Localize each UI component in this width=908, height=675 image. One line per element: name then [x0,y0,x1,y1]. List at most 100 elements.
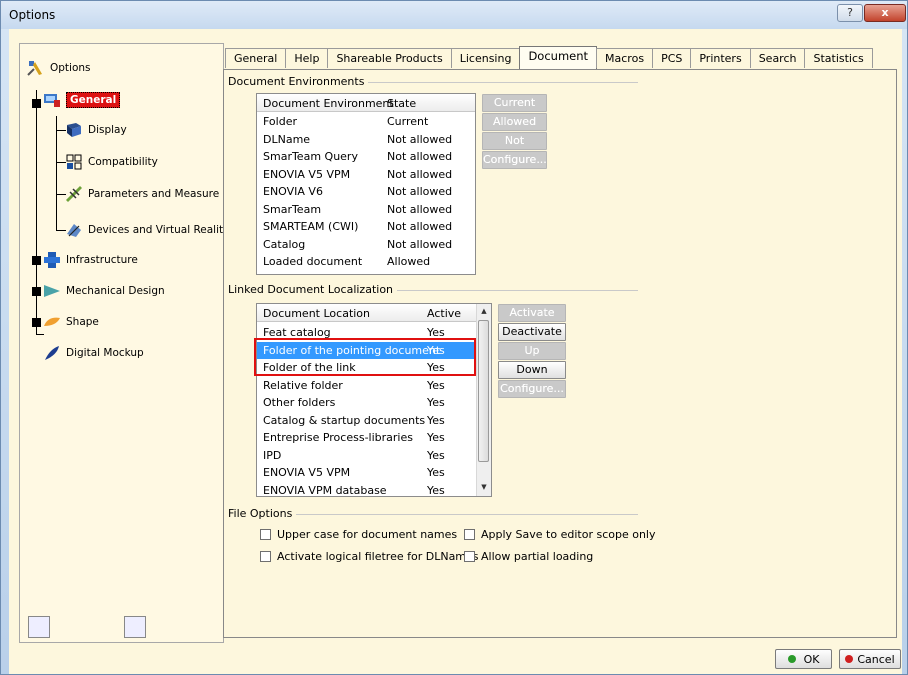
allowed-button[interactable]: Allowed [482,113,547,131]
environment-state: Allowed [387,255,431,268]
linked-document-localization-title: Linked Document Localization [228,283,398,296]
tree-item-display[interactable]: Display [64,120,127,140]
list-item[interactable]: ENOVIA V6 Not allowed [257,183,475,200]
column-header[interactable]: State [387,97,416,110]
cancel-button[interactable]: Cancel [839,649,901,669]
upper-case-checkbox[interactable]: Upper case for document names [260,528,457,541]
tab-printers[interactable]: Printers [690,48,751,68]
dialog-client: Options General Display Compatibility Pa… [9,29,902,674]
checkbox-box[interactable] [464,529,475,540]
tab-document[interactable]: Document [519,46,598,69]
options-icon [27,61,42,76]
tree-item-digital-mockup[interactable]: Digital Mockup [42,343,144,363]
list-item[interactable]: Loaded document Allowed [257,253,475,270]
tree-item-general[interactable]: General [42,90,121,110]
tab-general[interactable]: General [225,48,287,68]
logical-filetree-checkbox[interactable]: Activate logical filetree for DLNames [260,550,479,563]
environment-state: Not allowed [387,167,453,181]
checkbox-label: Upper case for document names [277,528,458,541]
tab-shareable-products[interactable]: Shareable Products [327,48,452,68]
list-item[interactable]: Folder Current [257,113,475,130]
list-item[interactable]: SmarTeam Not allowed [257,201,475,218]
down-button[interactable]: Down [498,361,566,379]
scroll-thumb[interactable] [478,320,489,462]
tree-item-label: Options [50,62,91,74]
configure-location-button[interactable]: Configure... [498,380,566,398]
tab-bar: General Help Shareable Products Licensin… [225,46,873,70]
column-header[interactable]: Document Location [263,307,370,320]
location-active: Yes [427,378,445,392]
infrastructure-icon [44,252,60,268]
compatibility-icon [66,154,82,170]
tree-item-shape[interactable]: Shape [42,312,99,332]
expand-icon[interactable] [32,287,41,296]
tree-item-label: Digital Mockup [66,347,144,359]
list-item[interactable]: SMARTEAM (CWI) Not allowed [257,218,475,235]
scroll-up-arrow-icon[interactable]: ▲ [477,304,491,319]
expand-icon[interactable] [32,318,41,327]
tree-item-mechanical-design[interactable]: Mechanical Design [42,281,165,301]
checkbox-box[interactable] [260,551,271,562]
environment-name: SmarTeam Query [263,150,358,163]
ok-icon [787,655,796,663]
list-item[interactable]: Relative folder Yes [257,377,475,394]
display-icon [67,123,81,137]
list-item[interactable]: Other folders Yes [257,394,475,411]
configure-environment-button[interactable]: Configure... [482,151,547,169]
list-item[interactable]: DLName Not allowed [257,131,475,148]
tree-item-compatibility[interactable]: Compatibility [64,152,158,172]
export-settings-icon[interactable] [124,616,146,638]
list-item[interactable]: Catalog Not allowed [257,236,475,253]
deactivate-button[interactable]: Deactivate [498,323,566,341]
location-active: Yes [427,431,445,444]
activate-button[interactable]: Activate [498,304,566,322]
location-name: Other folders [263,396,336,409]
column-header[interactable]: Active [427,307,461,320]
ok-button[interactable]: OK [775,649,832,669]
tree-item-parameters[interactable]: Parameters and Measure [64,184,219,204]
general-icon [44,94,60,107]
column-header[interactable]: Document Environment [263,97,394,110]
list-item[interactable]: ENOVIA V5 VPM Not allowed [257,166,475,183]
close-button[interactable]: x [864,4,906,22]
tab-pcs[interactable]: PCS [652,48,692,68]
environment-name: Loaded document [263,255,363,268]
tab-help[interactable]: Help [285,48,329,68]
location-active: Yes [427,448,445,462]
import-settings-icon[interactable] [28,616,50,638]
title-bar: Options ? x [1,1,907,29]
tree-item-options[interactable]: Options [26,58,91,78]
expand-icon[interactable] [32,256,41,265]
list-item[interactable]: IPD Yes [257,447,475,464]
tab-licensing[interactable]: Licensing [450,48,521,68]
tab-search[interactable]: Search [749,48,806,68]
location-list-scrollbar[interactable]: ▲ ▼ [476,304,491,496]
tree-connector [56,116,57,230]
help-button[interactable]: ? [837,4,863,22]
tab-macros[interactable]: Macros [596,48,654,68]
document-environment-list[interactable]: Document Environment State Folder Current… [256,93,476,275]
list-item[interactable]: ENOVIA VPM database Yes [257,482,475,497]
partial-loading-checkbox[interactable]: Allow partial loading [464,550,593,563]
tree-item-infrastructure[interactable]: Infrastructure [42,250,138,270]
location-active: Yes [427,396,445,409]
checkbox-box[interactable] [260,529,271,540]
cancel-icon [845,655,854,663]
tab-statistics[interactable]: Statistics [804,48,873,68]
collapse-icon[interactable] [32,99,41,108]
list-item[interactable]: ENOVIA V5 VPM Yes [257,464,475,481]
checkbox-box[interactable] [464,551,475,562]
document-location-list[interactable]: Document Location Active Feat catalog Yes… [256,303,492,497]
environment-name: DLName [263,132,311,146]
current-button[interactable]: Current [482,94,547,112]
not-allowed-button[interactable]: Not allowed [482,132,547,163]
list-item[interactable]: Entreprise Process-libraries Yes [257,429,475,446]
up-button[interactable]: Up [498,342,566,360]
tree-item-devices[interactable]: Devices and Virtual Reality [64,220,229,240]
list-item[interactable]: SmarTeam Query Not allowed [257,148,475,165]
highlight-annotation [254,338,476,376]
tree-item-label: Shape [66,316,99,328]
scroll-down-arrow-icon[interactable]: ▼ [477,480,491,495]
list-item[interactable]: Catalog & startup documents Yes [257,412,475,429]
apply-save-checkbox[interactable]: Apply Save to editor scope only [464,528,655,541]
